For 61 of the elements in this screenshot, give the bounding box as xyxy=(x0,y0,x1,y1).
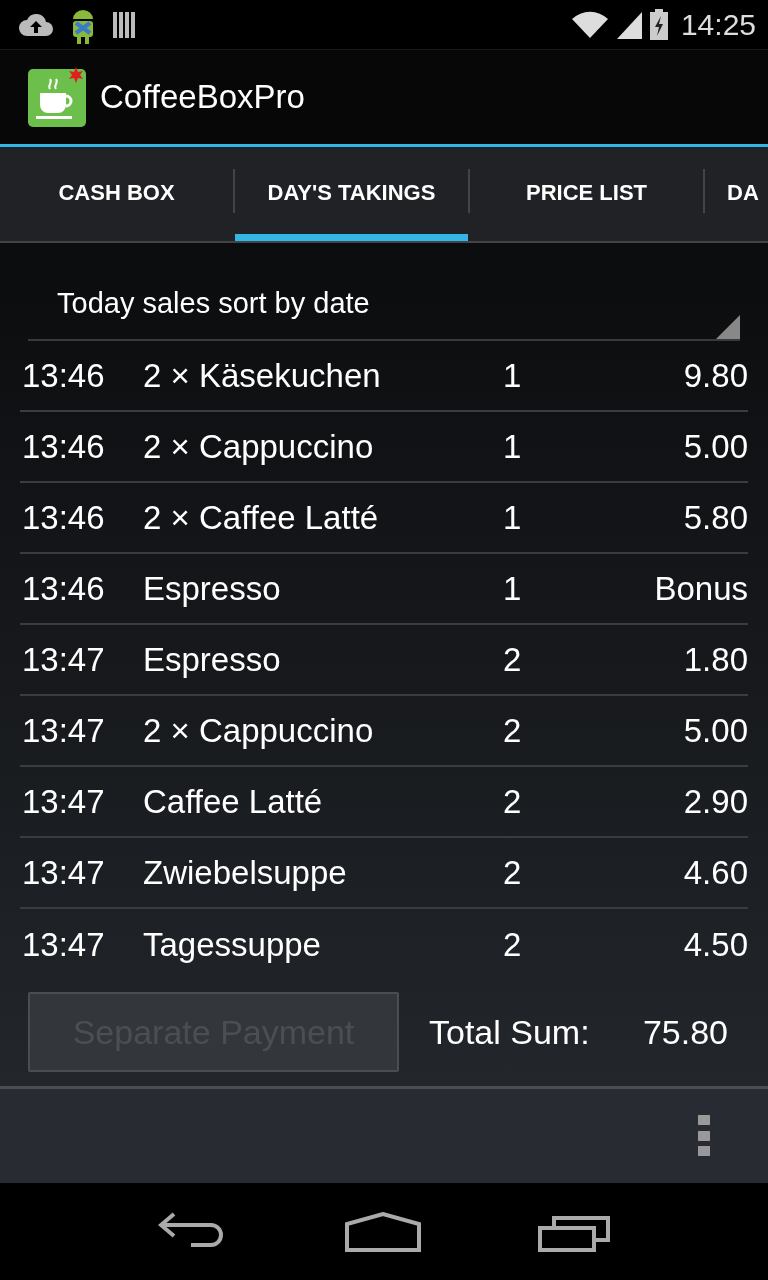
time-text: 13:46 xyxy=(21,427,106,466)
tab[interactable]: PRICE LIST xyxy=(470,147,703,241)
item-text: 2 × Cappuccino xyxy=(143,711,375,750)
quantity-text: 1 xyxy=(503,356,523,395)
quantity-text: 2 xyxy=(503,853,523,892)
barcode-icon xyxy=(112,9,138,40)
price-text: 2.90 xyxy=(682,782,748,821)
total-value: 75.80 xyxy=(642,1012,728,1052)
sale-row[interactable]: 13:47 Espresso 2 1.80 xyxy=(20,625,748,696)
quantity-text: 1 xyxy=(503,569,523,608)
wifi-icon xyxy=(570,10,609,39)
time-text: 13:46 xyxy=(21,356,106,395)
time-text: 13:47 xyxy=(21,853,106,892)
sale-row[interactable]: 13:47 Tagessuppe 2 4.50 xyxy=(20,909,748,980)
total-label: Total Sum: xyxy=(429,1012,590,1052)
sale-row[interactable]: 13:47 Caffee Latté 2 2.90 xyxy=(20,767,748,838)
quantity-text: 2 xyxy=(503,640,523,679)
item-text: Espresso xyxy=(143,640,282,679)
price-text: 9.80 xyxy=(682,356,748,395)
quantity-text: 2 xyxy=(503,782,523,821)
overflow-menu-icon[interactable] xyxy=(698,1115,710,1157)
sale-row[interactable]: 13:46 2 × Caffee Latté 1 5.80 xyxy=(20,483,748,554)
battery-icon xyxy=(648,8,669,41)
quantity-text: 2 xyxy=(503,925,523,964)
quantity-text: 1 xyxy=(503,427,523,466)
coffee-cup-icon[interactable] xyxy=(28,67,88,127)
price-text: 5.00 xyxy=(682,711,748,750)
price-text: 4.60 xyxy=(682,853,748,892)
home-icon[interactable] xyxy=(345,1211,421,1252)
item-text: Zwiebelsuppe xyxy=(143,853,348,892)
tab[interactable]: DA xyxy=(705,147,767,241)
time-text: 13:46 xyxy=(21,569,106,608)
price-text: 4.50 xyxy=(682,925,748,964)
sale-row[interactable]: 13:46 Espresso 1 Bonus xyxy=(20,554,748,625)
time-text: 13:47 xyxy=(21,711,106,750)
item-text: Tagessuppe xyxy=(143,925,322,964)
price-text: Bonus xyxy=(653,569,748,608)
quantity-text: 1 xyxy=(503,498,523,537)
app-title: CoffeeBoxPro xyxy=(100,78,305,116)
item-text: Caffee Latté xyxy=(143,782,324,821)
price-text: 5.80 xyxy=(682,498,748,537)
tab[interactable]: CASH BOX xyxy=(0,147,233,241)
price-text: 1.80 xyxy=(682,640,748,679)
time-text: 13:47 xyxy=(21,640,106,679)
item-text: 2 × Käsekuchen xyxy=(143,356,382,395)
item-text: 2 × Caffee Latté xyxy=(143,498,380,537)
time-text: 13:46 xyxy=(21,498,106,537)
time-text: 13:47 xyxy=(21,925,106,964)
cloud-upload-icon xyxy=(18,11,54,38)
sale-row[interactable]: 13:47 Zwiebelsuppe 2 4.60 xyxy=(20,838,748,909)
price-text: 5.00 xyxy=(682,427,748,466)
sale-row[interactable]: 13:46 2 × Käsekuchen 1 9.80 xyxy=(20,341,748,412)
sort-dropdown[interactable]: Today sales sort by date xyxy=(28,287,740,341)
item-text: Espresso xyxy=(143,569,282,608)
time-text: 13:47 xyxy=(21,782,106,821)
quantity-text: 2 xyxy=(503,711,523,750)
sale-row[interactable]: 13:46 2 × Cappuccino 1 5.00 xyxy=(20,412,748,483)
sale-row[interactable]: 13:47 2 × Cappuccino 2 5.00 xyxy=(20,696,748,767)
item-text: 2 × Cappuccino xyxy=(143,427,375,466)
dropdown-corner-icon xyxy=(716,315,740,339)
clock-text: 14:25 xyxy=(680,7,756,42)
